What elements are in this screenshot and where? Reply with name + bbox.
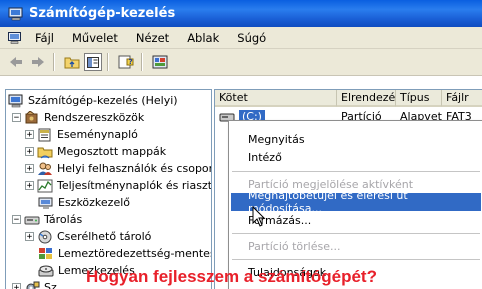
- menu-item-delete-partition[interactable]: Partíció törlése...: [231, 237, 481, 255]
- column-header-layout[interactable]: Elrendezés: [337, 90, 396, 107]
- menu-separator: [232, 171, 480, 172]
- overlay-caption: Hogyan fejlesszem a számítógépét?: [86, 267, 377, 286]
- tree-node-label: Eszközkezelő: [58, 196, 131, 209]
- tree-node-event-viewer[interactable]: + Eseménynapló: [25, 126, 138, 143]
- services-icon: [24, 281, 40, 289]
- toolbar-separator: [107, 53, 109, 71]
- tree-node-removable-storage[interactable]: + Cserélhető tároló: [25, 228, 151, 245]
- tree-node-storage[interactable]: − Tárolás: [12, 211, 82, 228]
- tree-node-system-tools[interactable]: − Rendszereszközök: [12, 109, 144, 126]
- show-hide-tree-icon[interactable]: [84, 53, 102, 71]
- tree-node-label: Helyi felhasználók és csoport: [57, 162, 212, 175]
- title-bar[interactable]: Számítógép-kezelés: [0, 0, 482, 27]
- computer-management-window: Számítógép-kezelés Fájl Művelet Nézet Ab…: [0, 0, 482, 289]
- tree-node-local-users[interactable]: + Helyi felhasználók és csoport: [25, 160, 212, 177]
- collapse-toggle[interactable]: −: [12, 215, 21, 224]
- column-headers: Kötet Elrendezés Típus Fájlr: [215, 90, 482, 107]
- tree-node-label: Eseménynapló: [57, 128, 138, 141]
- shared-folder-icon: [37, 145, 53, 159]
- expand-toggle[interactable]: +: [25, 181, 34, 190]
- disk-management-icon: [38, 264, 54, 278]
- menu-window[interactable]: Ablak: [178, 31, 228, 45]
- svg-text:?: ?: [128, 58, 132, 66]
- expand-toggle[interactable]: +: [12, 283, 21, 289]
- system-tools-icon: [24, 109, 40, 125]
- tree-node-label: Cserélhető tároló: [57, 230, 152, 243]
- tree-node-shared-folders[interactable]: + Megosztott mappák: [25, 143, 166, 160]
- expand-toggle[interactable]: +: [25, 232, 34, 241]
- tree-node-label: Tárolás: [44, 213, 83, 226]
- column-header-filesystem[interactable]: Fájlr: [442, 90, 482, 107]
- menu-file[interactable]: Fájl: [26, 31, 63, 45]
- context-menu: Megnyitás Intéző Partíció megjelölése ak…: [228, 120, 482, 289]
- help-icon[interactable]: ?: [116, 52, 136, 72]
- tree-node-label: Számítógép-kezelés (Helyi): [28, 94, 178, 107]
- tree-node-label: Rendszereszközök: [44, 111, 145, 124]
- collapse-toggle[interactable]: −: [12, 113, 21, 122]
- menu-view[interactable]: Nézet: [127, 31, 178, 45]
- tree-node-label: Megosztott mappák: [57, 145, 167, 158]
- tree-node-disk-defragmenter[interactable]: Lemeztöredezettség-mentes: [38, 245, 212, 262]
- column-header-volume[interactable]: Kötet: [215, 90, 337, 107]
- menu-help[interactable]: Súgó: [228, 31, 275, 45]
- tree-node-label: Teljesítménynaplók és riasztá: [57, 179, 212, 192]
- tree-node-label: Sz: [44, 281, 57, 289]
- window-title: Számítógép-kezelés: [29, 6, 176, 21]
- back-icon[interactable]: [6, 52, 26, 72]
- users-icon: [37, 162, 53, 176]
- menu-action[interactable]: Művelet: [63, 31, 127, 45]
- tree-node-root[interactable]: Számítógép-kezelés (Helyi): [8, 92, 178, 109]
- forward-icon[interactable]: [28, 52, 48, 72]
- removable-storage-icon: [37, 230, 53, 244]
- toolbar: ?: [0, 49, 482, 76]
- computer-management-icon: [8, 7, 24, 21]
- tree-node-performance-logs[interactable]: + Teljesítménynaplók és riasztá: [25, 177, 212, 194]
- tree-node-device-manager[interactable]: Eszközkezelő: [38, 194, 130, 211]
- toolbar-separator: [53, 53, 55, 71]
- menu-item-open[interactable]: Megnyitás: [231, 130, 481, 148]
- expand-toggle[interactable]: +: [25, 130, 34, 139]
- menu-bar: Fájl Művelet Nézet Ablak Súgó: [0, 27, 482, 49]
- expand-toggle[interactable]: +: [25, 164, 34, 173]
- up-folder-icon[interactable]: [62, 52, 82, 72]
- menu-item-change-drive-letter[interactable]: Meghajtóbetűjel és elérési út módosítása…: [231, 189, 481, 215]
- storage-icon: [24, 213, 40, 227]
- mouse-cursor-icon: [252, 205, 266, 228]
- column-header-type[interactable]: Típus: [396, 90, 442, 107]
- tree-node-label: Lemeztöredezettség-mentes: [58, 247, 212, 260]
- tree-node-services[interactable]: + Sz: [12, 279, 57, 289]
- disk-defragmenter-icon: [38, 247, 54, 261]
- toolbar-separator: [141, 53, 143, 71]
- menu-separator: [232, 233, 480, 234]
- mmc-document-icon[interactable]: [8, 31, 22, 44]
- device-manager-icon: [38, 196, 54, 210]
- properties-icon[interactable]: [150, 52, 170, 72]
- console-tree[interactable]: Számítógép-kezelés (Helyi) − Rendszeresz…: [5, 89, 212, 289]
- menu-item-explore[interactable]: Intéző: [231, 148, 481, 166]
- computer-management-icon: [8, 94, 24, 108]
- menu-item-format[interactable]: Formázás...: [231, 211, 481, 229]
- menu-separator: [232, 259, 480, 260]
- expand-toggle[interactable]: +: [25, 147, 34, 156]
- performance-logs-icon: [37, 179, 53, 193]
- event-viewer-icon: [37, 128, 53, 142]
